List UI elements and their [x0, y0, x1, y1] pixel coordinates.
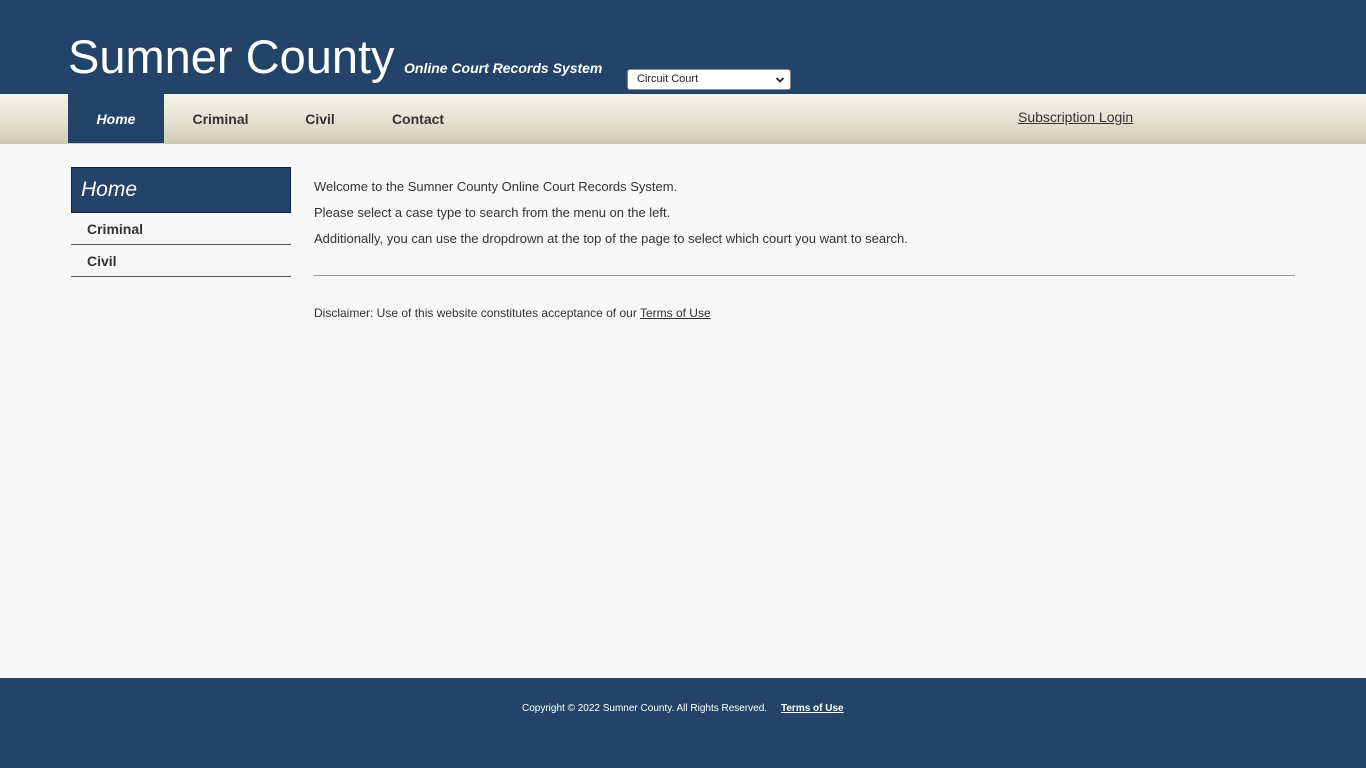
sidebar-header: Home — [71, 167, 291, 213]
terms-of-use-link[interactable]: Terms of Use — [640, 306, 711, 320]
sidebar-item-label: Criminal — [87, 221, 144, 237]
disclaimer-text: Disclaimer: Use of this website constitu… — [314, 306, 637, 320]
nav-item-criminal[interactable]: Criminal — [176, 94, 265, 143]
content-divider — [314, 275, 1295, 276]
sidebar-item-criminal[interactable]: Criminal — [71, 213, 291, 245]
sidebar-title: Home — [81, 178, 138, 201]
court-select[interactable]: Circuit Court — [627, 69, 791, 90]
site-title: Sumner County — [68, 30, 395, 83]
sidebar-item-civil[interactable]: Civil — [71, 245, 291, 277]
court-select-value: Circuit Court — [637, 73, 699, 85]
welcome-text: Welcome to the Sumner County Online Cour… — [314, 179, 678, 194]
site-footer — [0, 678, 1366, 768]
nav-item-contact[interactable]: Contact — [380, 94, 456, 143]
instruction-text: Please select a case type to search from… — [314, 205, 671, 220]
main-nav: Home Criminal Civil Contact — [0, 94, 1366, 144]
chevron-down-icon — [775, 77, 785, 83]
footer-terms-link[interactable]: Terms of Use — [781, 703, 844, 714]
dropdown-hint-text: Additionally, you can use the dropdrown … — [314, 231, 908, 246]
nav-item-civil[interactable]: Civil — [290, 94, 350, 143]
nav-item-home[interactable]: Home — [68, 94, 164, 143]
sidebar-item-label: Civil — [87, 253, 117, 269]
site-subtitle: Online Court Records System — [404, 60, 603, 76]
disclaimer: Disclaimer: Use of this website constitu… — [314, 306, 711, 320]
site-header: Sumner County Online Court Records Syste… — [0, 0, 1366, 94]
copyright-text: Copyright © 2022 Sumner County. All Righ… — [522, 703, 768, 714]
subscription-login-link[interactable]: Subscription Login — [1018, 109, 1133, 125]
